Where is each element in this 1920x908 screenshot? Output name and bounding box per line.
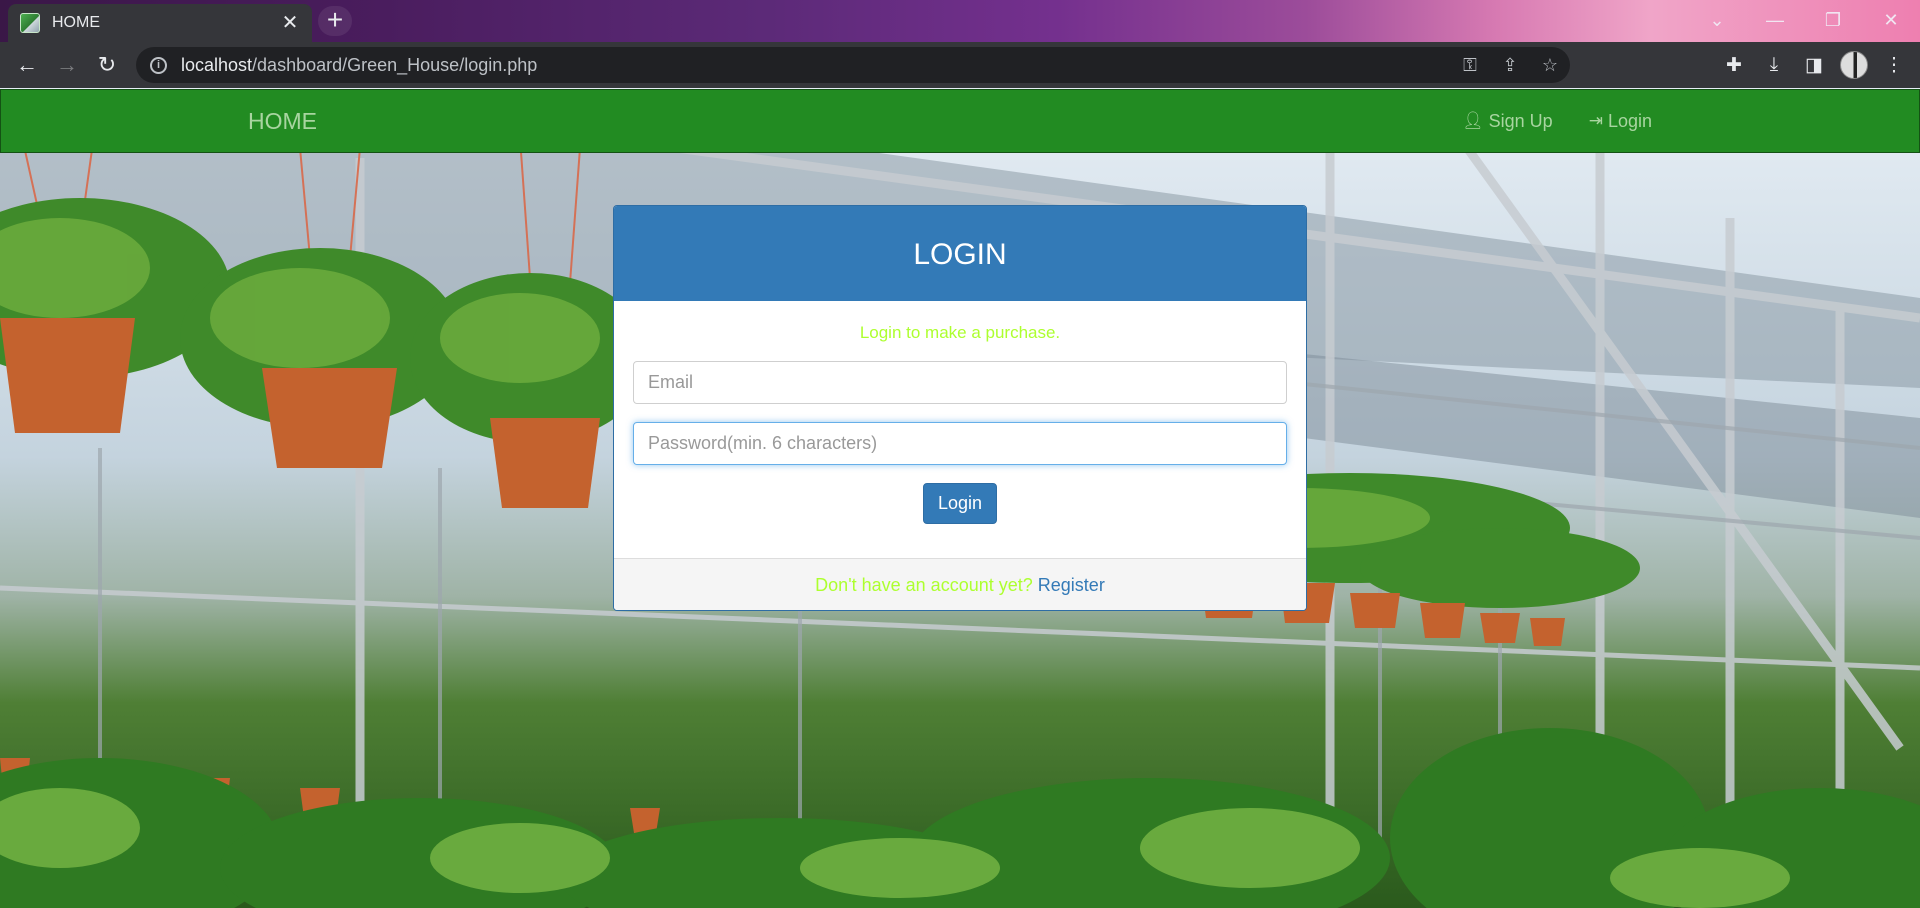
user-icon: 👤︎ xyxy=(1462,111,1484,130)
close-window-icon[interactable]: ✕ xyxy=(1862,0,1920,40)
site-navbar: HOME 👤︎ Sign Up ⇥ Login xyxy=(0,89,1920,153)
side-panel-icon[interactable]: ◨ xyxy=(1794,54,1834,77)
profile-avatar[interactable] xyxy=(1840,51,1868,79)
key-icon[interactable]: ⚿ xyxy=(1450,55,1490,76)
greenhouse-favicon-icon xyxy=(20,13,40,33)
download-icon[interactable]: ⤓ xyxy=(1754,54,1794,76)
email-field[interactable] xyxy=(633,361,1287,404)
login-label: Login xyxy=(1607,110,1652,131)
minimize-icon[interactable]: — xyxy=(1746,0,1804,40)
browser-tab[interactable]: HOME ✕ xyxy=(8,4,312,42)
reload-icon[interactable]: ↻ xyxy=(87,45,127,85)
restore-icon[interactable]: ❐ xyxy=(1804,0,1862,40)
url-text: localhost/dashboard/Green_House/login.ph… xyxy=(181,54,538,75)
forward-arrow-icon[interactable]: → xyxy=(47,45,87,85)
register-link[interactable]: Register xyxy=(1038,575,1105,595)
login-form: Login to make a purchase. Login xyxy=(614,301,1306,558)
home-brand-link[interactable]: HOME xyxy=(248,90,317,152)
login-arrow-icon: ⇥ xyxy=(1588,111,1603,130)
navbar-links: 👤︎ Sign Up ⇥ Login xyxy=(1426,90,1652,152)
back-arrow-icon[interactable]: ← xyxy=(7,45,47,85)
share-icon[interactable]: ⇪ xyxy=(1490,55,1530,76)
browser-toolbar: ← → ↻ i localhost/dashboard/Green_House/… xyxy=(0,42,1920,88)
register-prompt: Don't have an account yet? xyxy=(815,575,1033,595)
tab-title: HOME xyxy=(52,14,100,31)
tab-search-icon[interactable]: ⌄ xyxy=(1688,0,1746,40)
extensions-puzzle-icon[interactable]: ✚ xyxy=(1714,54,1754,77)
login-heading: LOGIN xyxy=(614,206,1306,301)
address-bar[interactable]: i localhost/dashboard/Green_House/login.… xyxy=(136,47,1570,83)
window-controls: ⌄ — ❐ ✕ xyxy=(1688,0,1920,40)
browser-titlebar: HOME ✕ + ⌄ — ❐ ✕ xyxy=(0,0,1920,42)
signup-label: Sign Up xyxy=(1488,110,1553,131)
signup-link[interactable]: 👤︎ Sign Up xyxy=(1462,111,1553,132)
login-submit-button[interactable]: Login xyxy=(923,483,997,524)
bookmark-star-icon[interactable]: ☆ xyxy=(1530,55,1570,76)
page-viewport: HOME 👤︎ Sign Up ⇥ Login LOGIN Login to m… xyxy=(0,88,1920,908)
login-footer: Don't have an account yet? Register xyxy=(614,558,1306,610)
login-link[interactable]: ⇥ Login xyxy=(1589,111,1652,132)
new-tab-button[interactable]: + xyxy=(318,6,352,36)
menu-kebab-icon[interactable]: ⋮ xyxy=(1874,54,1914,77)
site-info-icon[interactable]: i xyxy=(150,56,167,74)
login-subtitle: Login to make a purchase. xyxy=(859,323,1061,342)
password-field[interactable] xyxy=(633,422,1287,465)
login-panel: LOGIN Login to make a purchase. Login Do… xyxy=(613,205,1307,611)
close-tab-icon[interactable]: ✕ xyxy=(280,13,300,33)
